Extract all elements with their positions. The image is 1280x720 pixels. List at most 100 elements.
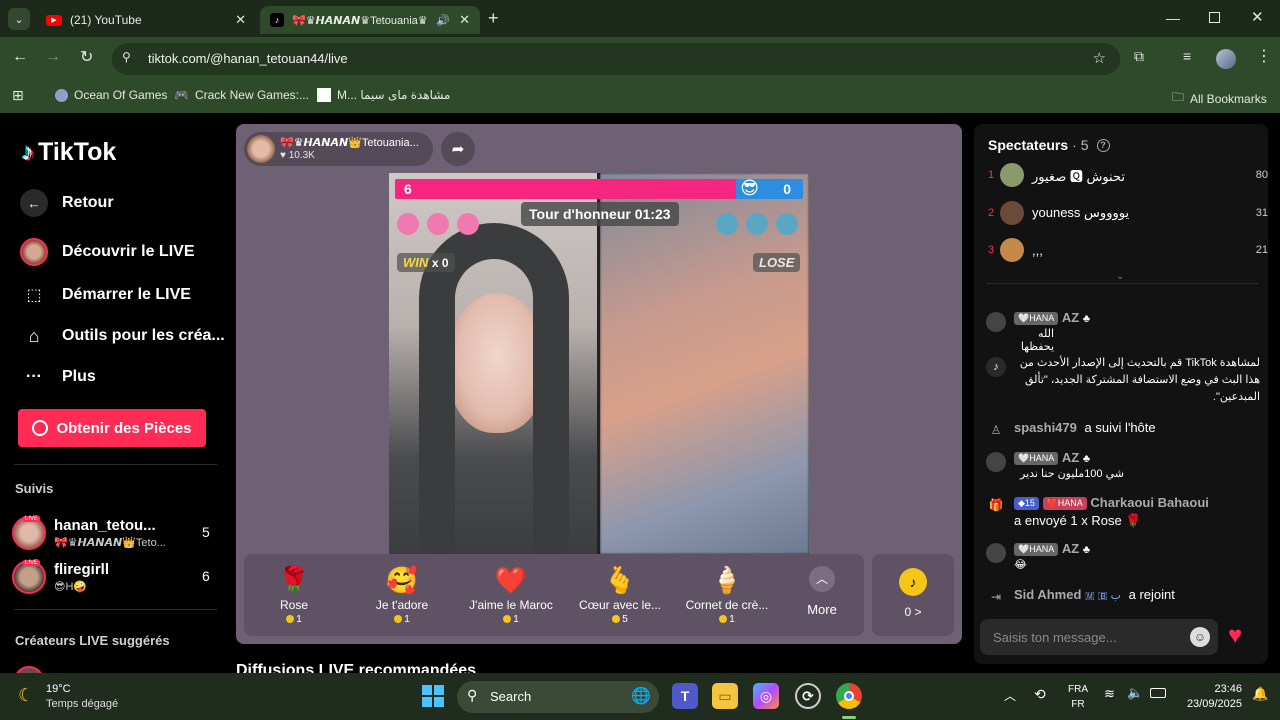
nav-start-live[interactable]: ⬚ Démarrer le LIVE xyxy=(20,281,191,309)
start-button[interactable] xyxy=(420,683,446,709)
viewers-title: Spectateurs xyxy=(988,137,1069,153)
chrome-icon[interactable] xyxy=(836,683,862,709)
divider xyxy=(14,609,217,610)
weather-widget[interactable]: ☾ 19°C Temps dégagé xyxy=(18,681,158,713)
avatar xyxy=(1000,163,1024,187)
volume-icon[interactable]: 🔈 xyxy=(1127,685,1143,701)
tiktok-logo[interactable]: ♪ TikTok xyxy=(22,138,116,167)
gift-je-tadore[interactable]: 🥰 Je t'adore 1 xyxy=(352,560,452,625)
coin-balance: 0 > xyxy=(904,605,922,619)
live-avatar-icon xyxy=(20,238,48,266)
close-window-icon[interactable]: ✕ xyxy=(1251,8,1264,26)
profile-avatar[interactable] xyxy=(1216,49,1236,69)
time: 23:46 xyxy=(1214,683,1242,695)
gift-jaime-le-maroc[interactable]: ❤️ J'aime le Maroc 1 xyxy=(461,560,561,625)
sync-icon[interactable]: ⟲ xyxy=(1034,686,1046,703)
fan-badge: 🤍HANA xyxy=(1014,543,1059,557)
close-tab-icon[interactable]: ✕ xyxy=(459,12,470,28)
chat-input[interactable]: Saisis ton message... ☺ xyxy=(980,619,1218,655)
chat-user[interactable]: Charkaoui Bahaoui xyxy=(1090,495,1208,510)
address-bar[interactable]: ⚲ tiktok.com/@hanan_tetouan44/live ☆ xyxy=(112,43,1120,75)
host-avatar xyxy=(247,135,275,163)
fan-badge: ❤️HANA xyxy=(1042,497,1087,511)
nav-discover-live[interactable]: Découvrir le LIVE xyxy=(20,238,195,266)
taskbar-search[interactable]: ⚲ Search 🌐 xyxy=(457,681,659,713)
chat-user[interactable]: Sid Ahmed xyxy=(1014,587,1081,602)
nav-creator-tools[interactable]: ⌂ Outils pour les créa... xyxy=(20,322,225,350)
chat-user[interactable]: spashi479 xyxy=(1014,420,1077,435)
back-icon[interactable]: ← xyxy=(12,48,28,66)
nav-more[interactable]: ··· Plus xyxy=(20,363,96,391)
minimize-icon[interactable]: — xyxy=(1166,10,1180,26)
tab-search-button[interactable]: ⌄ xyxy=(8,8,30,30)
forward-icon[interactable]: → xyxy=(45,48,61,66)
collapse-chevron-icon[interactable]: ⌄ xyxy=(1116,271,1124,282)
chat-user[interactable]: AZ xyxy=(1062,450,1079,465)
seat-icon xyxy=(716,213,738,235)
like-heart-button[interactable]: ♥ xyxy=(1228,622,1256,650)
seat-icon xyxy=(427,213,449,235)
language-indicator[interactable]: FRA FR xyxy=(1066,682,1090,712)
viewer-row[interactable]: 1 صغيور 🆀 تحنوش 80 xyxy=(988,162,1268,188)
more-gifts-button[interactable]: ︿ More xyxy=(788,566,856,617)
copilot-icon[interactable]: ◎ xyxy=(753,683,779,709)
maximize-icon[interactable] xyxy=(1209,12,1220,23)
help-icon[interactable]: ? xyxy=(1096,138,1110,152)
all-bookmarks-button[interactable]: 🗀 All Bookmarks xyxy=(1172,88,1267,109)
bookmark-star-icon[interactable]: ☆ xyxy=(1093,49,1106,67)
gift-cornet-de-creme[interactable]: 🍦 Cornet de crè... 1 xyxy=(677,560,777,625)
all-bookmarks-label: All Bookmarks xyxy=(1190,91,1267,106)
bookmark-mycima[interactable]: M... مشاهدة ماى سيما xyxy=(317,88,450,102)
viewer-row[interactable]: 3 ,,, 21 xyxy=(988,237,1268,263)
speaker-icon[interactable]: 🔊 xyxy=(436,14,450,27)
battery-icon[interactable] xyxy=(1150,688,1166,698)
viewer-name: youness يووووس xyxy=(1032,205,1130,220)
media-control-icon[interactable]: ≡ xyxy=(1183,48,1191,64)
battle-video[interactable]: 6 😎 0 Tour d'honneur 01:23 WIN x 0 LOSE xyxy=(389,173,809,554)
clock[interactable]: 23:46 23/09/2025 xyxy=(1178,682,1242,712)
notification-bell-icon[interactable]: 🔔 xyxy=(1252,686,1268,702)
gift-price: 1 xyxy=(244,614,344,625)
reload-icon[interactable]: ↻ xyxy=(80,47,93,67)
chat-user[interactable]: AZ xyxy=(1062,541,1079,556)
file-explorer-icon[interactable]: ▭ xyxy=(712,683,738,709)
gift-coeur-avec-le[interactable]: 🫰 Cœur avec le... 5 xyxy=(570,560,670,625)
gift-name: Je t'adore xyxy=(375,598,429,612)
gift-rose[interactable]: 🌹 Rose 1 xyxy=(244,560,344,625)
avatar[interactable] xyxy=(14,666,44,673)
avatar xyxy=(986,543,1006,563)
win-label: WIN xyxy=(403,255,429,270)
following-item[interactable]: LIVE hanan_tetou... 🎀♛𝙃𝘼𝙉𝘼𝙉👑Teto... 5 xyxy=(12,514,217,552)
viewer-score: 80 xyxy=(1255,169,1268,181)
user-badge: 🇲 🇧 ب xyxy=(1085,590,1121,602)
emoji-icon[interactable]: ☺ xyxy=(1190,627,1210,647)
nav-back[interactable]: ← Retour xyxy=(20,189,114,217)
new-tab-button[interactable]: + xyxy=(488,8,499,29)
host-info-pill[interactable]: 🎀♛𝙃𝘼𝙉𝘼𝙉👑Tetouania... ♥ 10.3K xyxy=(244,132,433,166)
bookmark-ocean-of-games[interactable]: Ocean Of Games xyxy=(55,88,167,102)
nav-label: Démarrer le LIVE xyxy=(62,286,191,303)
site-info-icon[interactable]: ⚲ xyxy=(122,50,131,64)
chat-message: 🤍HANA AZ ♣ شي 100مليون حنا ندير xyxy=(986,450,1260,480)
coin-balance-button[interactable]: ♪ 0 > xyxy=(872,554,954,636)
extensions-icon[interactable]: ⧉ xyxy=(1134,48,1144,65)
apps-grid-icon[interactable]: ⊞ xyxy=(12,87,24,104)
app-icon[interactable]: ⟳ xyxy=(795,683,821,709)
menu-icon[interactable]: ⋮ xyxy=(1256,46,1272,66)
viewer-rank: 1 xyxy=(988,169,995,181)
following-item[interactable]: LIVE fliregirll 😎H🤪 6 xyxy=(12,558,217,596)
close-tab-icon[interactable]: ✕ xyxy=(235,12,246,28)
seat-icon xyxy=(746,213,768,235)
tray-chevron-icon[interactable]: ︿ xyxy=(1004,687,1016,704)
get-coins-button[interactable]: Obtenir des Pièces xyxy=(18,409,206,447)
bookmark-crack-new-games[interactable]: 🎮 Crack New Games:... xyxy=(174,88,309,102)
teams-icon[interactable]: T xyxy=(672,683,698,709)
tab-tiktok-live[interactable]: ♪ 🎀♛𝙃𝘼𝙉𝘼𝙉♛Tetouania♛ 🔊 ✕ xyxy=(260,6,480,34)
chat-user[interactable]: AZ xyxy=(1062,310,1079,325)
house-icon: ⌂ xyxy=(28,325,40,346)
chat-text: a rejoint xyxy=(1128,587,1175,602)
wifi-icon[interactable]: ≋ xyxy=(1104,686,1115,702)
share-button[interactable]: ➦ xyxy=(441,132,475,166)
viewer-row[interactable]: 2 youness يووووس 31 xyxy=(988,200,1268,226)
tab-youtube[interactable]: ▶ (21) YouTube ✕ xyxy=(36,6,256,34)
